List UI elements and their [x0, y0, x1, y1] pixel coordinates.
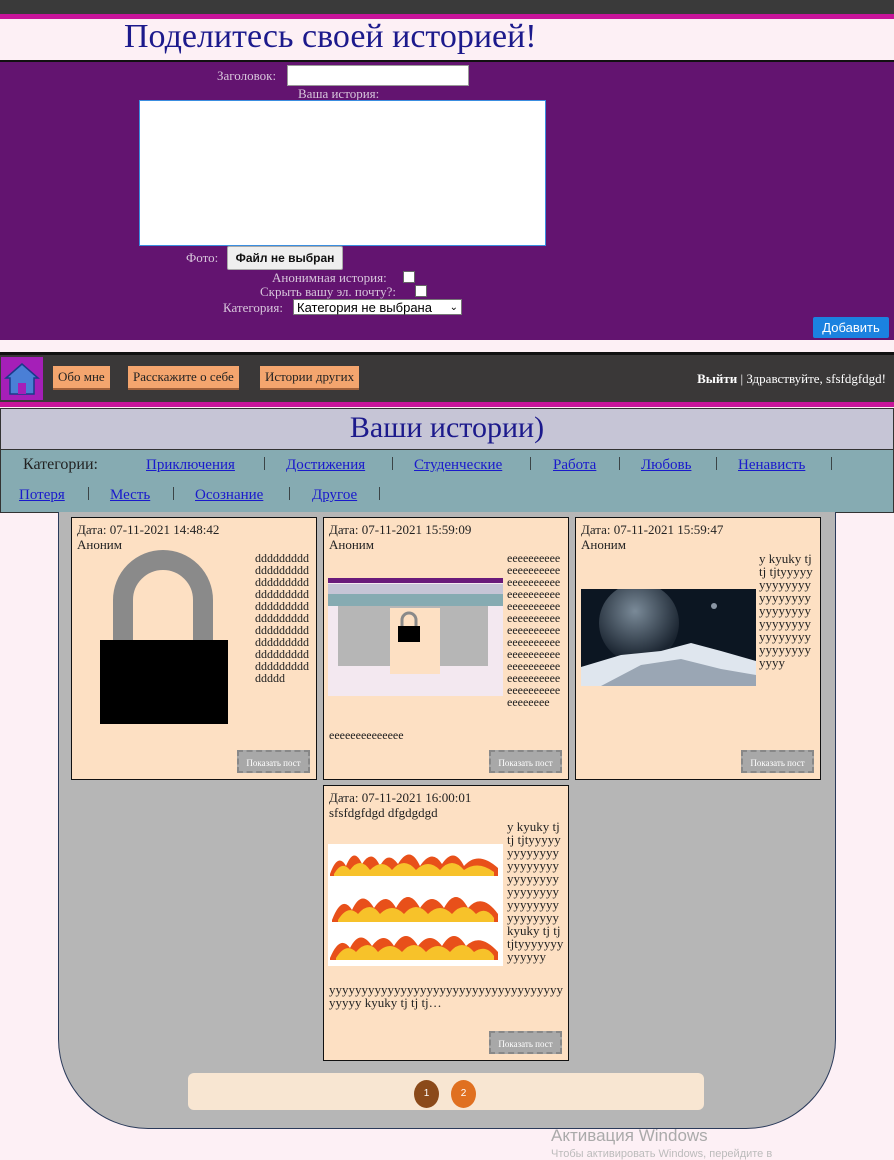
category-link[interactable]: Месть	[110, 487, 150, 504]
divider: |	[715, 455, 719, 471]
stories-title: Ваши истории)	[0, 408, 894, 450]
card-author: Аноним	[329, 537, 374, 552]
divider: |	[288, 485, 292, 501]
category-select-value: Категория не выбрана	[297, 300, 432, 315]
story-textarea[interactable]	[139, 100, 546, 246]
photo-label: Фото:	[186, 250, 219, 265]
story-card: Дата: 07-11-2021 14:48:42 Аноним ddddddd…	[71, 517, 317, 780]
lock-image	[100, 550, 228, 724]
show-post-button[interactable]: Показать пост	[741, 750, 814, 773]
category-link[interactable]: Студенческие	[414, 457, 502, 474]
logout-link[interactable]: Выйти	[697, 371, 737, 386]
card-author: Аноним	[581, 537, 626, 552]
screenshot-image	[328, 578, 503, 696]
divider: |	[87, 485, 91, 501]
home-button[interactable]	[1, 357, 43, 400]
file-upload-button[interactable]: Файл не выбран	[227, 246, 343, 270]
card-text: y kyuky tj tj tjtyyyyyyyyyyyyyyyyyyyyyyy…	[759, 552, 813, 670]
divider: |	[263, 455, 267, 471]
share-form: Заголовок: Ваша история: Фото: Файл не в…	[0, 60, 894, 340]
card-date: Дата: 07-11-2021 16:00:01	[329, 790, 472, 805]
anonymous-checkbox[interactable]	[403, 271, 415, 283]
nav-user-area: Выйти | Здравствуйте, sfsfdgfdgd!	[697, 371, 886, 387]
story-card: Дата: 07-11-2021 15:59:47 Аноним y kyuky…	[575, 517, 821, 780]
divider: |	[378, 485, 382, 501]
category-link[interactable]: Осознание	[195, 487, 263, 504]
nav-others-stories[interactable]: Истории других	[260, 366, 360, 390]
card-text: eeeeeeeeeeeeeeeeeeeeeeeeeeeeeeeeeeeeeeee…	[507, 552, 561, 709]
category-select[interactable]: Категория не выбрана ⌄	[293, 299, 462, 315]
category-link[interactable]: Другое	[312, 487, 357, 504]
planet-image	[581, 589, 756, 686]
card-text-tail: eeeeeeeeeeeeee	[329, 728, 404, 742]
divider: |	[391, 455, 395, 471]
pagination	[188, 1073, 704, 1110]
show-post-button[interactable]: Показать пост	[237, 750, 310, 773]
story-card: Дата: 07-11-2021 15:59:09 Аноним eeeeeee…	[323, 517, 569, 780]
category-link[interactable]: Ненависть	[738, 457, 805, 474]
card-date: Дата: 07-11-2021 14:48:42	[77, 522, 220, 537]
hide-email-label: Скрыть вашу эл. почту?:	[260, 284, 396, 299]
category-link[interactable]: Потеря	[19, 487, 65, 504]
category-link[interactable]: Любовь	[641, 457, 691, 474]
top-bar	[0, 0, 894, 14]
show-post-button[interactable]: Показать пост	[489, 1031, 562, 1054]
category-link[interactable]: Работа	[553, 457, 596, 474]
greeting: | Здравствуйте, sfsfdgfdgd!	[740, 371, 886, 386]
nav-about[interactable]: Обо мне	[53, 366, 110, 390]
home-icon	[4, 363, 40, 395]
categories-bar: Категории: Приключения | Достижения | Ст…	[0, 450, 894, 513]
nav-tell-about[interactable]: Расскажите о себе	[128, 366, 239, 390]
category-link[interactable]: Приключения	[146, 457, 235, 474]
card-author: sfsfdgfdgd dfgdgdgd	[329, 805, 438, 820]
card-date: Дата: 07-11-2021 15:59:47	[581, 522, 724, 537]
nav-accent-line	[0, 402, 894, 407]
category-link[interactable]: Достижения	[286, 457, 365, 474]
chevron-down-icon: ⌄	[449, 302, 458, 313]
flames-image	[328, 844, 503, 966]
share-title: Поделитесь своей историей!	[124, 18, 537, 55]
card-text: dddddddddddddddddddddddddddddddddddddddd…	[255, 552, 309, 685]
categories-label: Категории:	[23, 456, 98, 473]
windows-activation-watermark: Активация Windows	[551, 1126, 708, 1145]
story-card: Дата: 07-11-2021 16:00:01 sfsfdgfdgd dfg…	[323, 785, 569, 1061]
windows-activation-hint: Чтобы активировать Windows, перейдите в	[551, 1148, 773, 1160]
divider: |	[618, 455, 622, 471]
add-story-button[interactable]: Добавить	[813, 317, 889, 338]
divider: |	[172, 485, 176, 501]
card-text: y kyuky tj tj tjtyyyyyyyyyyyyyyyyyyyyyyy…	[507, 820, 564, 964]
divider: |	[830, 455, 834, 471]
card-text-tail: yyyyyyyyyyyyyyyyyyyyyyyyyyyyyyyyyyyyyyyy…	[329, 982, 563, 1010]
divider: |	[529, 455, 533, 471]
category-label: Категория:	[223, 300, 283, 315]
show-post-button[interactable]: Показать пост	[489, 750, 562, 773]
title-input[interactable]	[287, 65, 469, 86]
page-button[interactable]: 1	[414, 1080, 439, 1108]
card-date: Дата: 07-11-2021 15:59:09	[329, 522, 472, 537]
title-label: Заголовок:	[217, 68, 277, 83]
hide-email-checkbox[interactable]	[415, 285, 427, 297]
page-button-current[interactable]: 2	[451, 1080, 476, 1108]
